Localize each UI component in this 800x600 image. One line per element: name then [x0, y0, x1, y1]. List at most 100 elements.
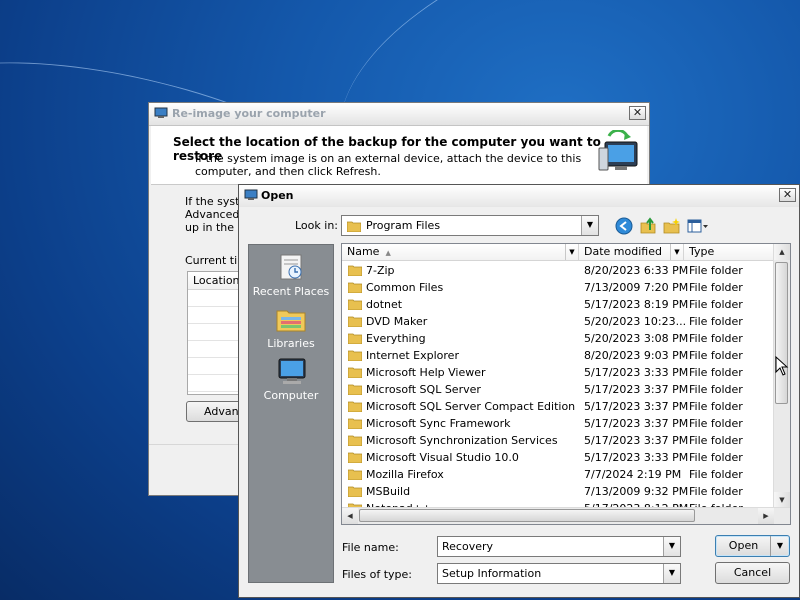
body-text-line: up in the lis	[185, 221, 245, 234]
file-row[interactable]: Microsoft Synchronization Services 5/17/2…	[342, 432, 776, 449]
look-in-value: Program Files	[366, 219, 441, 232]
file-date-cell: 5/20/2023 3:08 PM	[584, 332, 689, 345]
scroll-up-icon[interactable]: ▲	[774, 244, 790, 260]
chevron-down-icon[interactable]: ▼	[770, 536, 789, 556]
table-row[interactable]	[188, 307, 240, 324]
open-dialog: Open ✕ Look in: Program Files ▼ Recent P…	[238, 184, 800, 598]
back-icon[interactable]	[615, 217, 633, 235]
place-recent-places[interactable]: Recent Places	[249, 251, 333, 298]
file-row[interactable]: Common Files 7/13/2009 7:20 PM File folder	[342, 279, 776, 296]
table-row[interactable]	[188, 290, 240, 307]
location-column-header[interactable]: Location	[188, 272, 240, 290]
file-type-combo[interactable]: Setup Information ▼	[437, 563, 681, 584]
new-folder-icon[interactable]	[663, 217, 681, 235]
file-type-cell: File folder	[689, 264, 743, 277]
file-date-cell: 5/17/2023 3:37 PM	[584, 417, 689, 430]
cancel-button[interactable]: Cancel	[715, 562, 790, 584]
place-label: Libraries	[267, 337, 315, 350]
file-name-cell: Internet Explorer	[366, 349, 459, 362]
chevron-down-icon[interactable]: ▼	[663, 564, 680, 583]
file-type-cell: File folder	[689, 485, 743, 498]
chevron-down-icon[interactable]: ▼	[663, 537, 680, 556]
column-header-type[interactable]: Type	[684, 244, 776, 261]
file-list[interactable]: Name ▲ ▼ Date modified ▼ Type 7-Zip 8/20/2…	[341, 243, 791, 525]
chevron-down-icon[interactable]: ▼	[670, 244, 683, 260]
file-type-cell: File folder	[689, 383, 743, 396]
file-name-cell: Microsoft Help Viewer	[366, 366, 486, 379]
file-date-cell: 5/20/2023 10:23...	[584, 315, 687, 328]
vertical-scroll-thumb[interactable]	[775, 262, 788, 404]
open-button[interactable]: Open ▼	[715, 535, 790, 557]
file-row[interactable]: Internet Explorer 8/20/2023 9:03 PM File f…	[342, 347, 776, 364]
advanced-button[interactable]: Advanc	[186, 401, 246, 422]
file-type-cell: File folder	[689, 468, 743, 481]
file-type-cell: File folder	[689, 417, 743, 430]
file-date-cell: 8/20/2023 6:33 PM	[584, 264, 689, 277]
chevron-down-icon[interactable]: ▼	[565, 244, 578, 260]
scroll-left-icon[interactable]: ◀	[342, 508, 358, 524]
file-row[interactable]: 7-Zip 8/20/2023 6:33 PM File folder	[342, 262, 776, 279]
file-type-label: Files of type:	[342, 568, 413, 581]
file-row[interactable]: Everything 5/20/2023 3:08 PM File folder	[342, 330, 776, 347]
reimage-body-text: If the syste Advanced up in the lis	[185, 195, 245, 234]
column-header-date[interactable]: Date modified ▼	[579, 244, 684, 261]
chevron-down-icon[interactable]: ▼	[581, 216, 598, 235]
open-close-button[interactable]: ✕	[779, 188, 796, 202]
place-computer[interactable]: Computer	[249, 355, 333, 402]
file-row[interactable]: Microsoft Sync Framework 5/17/2023 3:37 P…	[342, 415, 776, 432]
column-header-label: Type	[689, 245, 715, 258]
scroll-right-icon[interactable]: ▶	[758, 508, 774, 524]
file-type-cell: File folder	[689, 315, 743, 328]
file-row[interactable]: Microsoft SQL Server 5/17/2023 3:37 PM Fil…	[342, 381, 776, 398]
column-header-label: Name	[347, 245, 380, 258]
horizontal-scrollbar[interactable]: ◀ ▶	[342, 507, 790, 524]
file-type-value: Setup Information	[442, 567, 542, 580]
file-row[interactable]: Microsoft SQL Server Compact Edition 5/17…	[342, 398, 776, 415]
folder-icon	[348, 282, 362, 293]
place-label: Recent Places	[252, 285, 330, 298]
folder-icon	[348, 384, 362, 395]
look-in-label: Look in:	[295, 219, 338, 232]
file-name-cell: DVD Maker	[366, 315, 428, 328]
column-header-name[interactable]: Name ▲ ▼	[342, 244, 579, 261]
table-row[interactable]	[188, 358, 240, 375]
backup-location-table[interactable]: Location	[187, 271, 241, 395]
backup-icon	[154, 107, 168, 118]
file-name-cell: MSBuild	[366, 485, 411, 498]
open-titlebar[interactable]: Open ✕	[239, 185, 799, 207]
file-row[interactable]: Microsoft Help Viewer 5/17/2023 3:33 PM Fi…	[342, 364, 776, 381]
body-text-line: If the syste	[185, 195, 245, 208]
horizontal-scroll-thumb[interactable]	[359, 509, 695, 522]
file-row[interactable]: DVD Maker 5/20/2023 10:23... File folder	[342, 313, 776, 330]
file-row[interactable]: dotnet 5/17/2023 8:19 PM File folder	[342, 296, 776, 313]
up-folder-icon[interactable]	[639, 217, 657, 235]
folder-icon	[348, 435, 362, 446]
reimage-header-subtitle: If the system image is on an external de…	[195, 152, 582, 178]
file-type-cell: File folder	[689, 281, 743, 294]
file-row[interactable]: MSBuild 7/13/2009 9:32 PM File folder	[342, 483, 776, 500]
file-date-cell: 5/17/2023 3:33 PM	[584, 366, 689, 379]
view-menu-icon[interactable]	[687, 217, 709, 235]
reimage-close-button[interactable]: ✕	[629, 106, 646, 120]
folder-icon	[348, 469, 362, 480]
vertical-scrollbar[interactable]: ▲ ▼	[773, 244, 790, 508]
place-libraries[interactable]: Libraries	[249, 303, 333, 350]
file-row[interactable]: Mozilla Firefox 7/7/2024 2:19 PM File fold…	[342, 466, 776, 483]
scroll-down-icon[interactable]: ▼	[774, 492, 790, 508]
table-row[interactable]	[188, 341, 240, 358]
system-image-monitor-icon	[598, 130, 638, 171]
folder-icon	[348, 452, 362, 463]
place-label: Computer	[263, 389, 319, 402]
backup-icon	[244, 189, 258, 200]
reimage-header: Select the location of the backup for th…	[151, 126, 647, 185]
file-name-cell: Mozilla Firefox	[366, 468, 444, 481]
file-name-combo[interactable]: Recovery ▼	[437, 536, 681, 557]
file-row[interactable]: Microsoft Visual Studio 10.0 5/17/2023 3:…	[342, 449, 776, 466]
table-row[interactable]	[188, 375, 240, 392]
look-in-combo[interactable]: Program Files ▼	[341, 215, 599, 236]
folder-icon	[348, 401, 362, 412]
file-name-cell: Everything	[366, 332, 426, 345]
table-row[interactable]	[188, 324, 240, 341]
reimage-titlebar[interactable]: Re-image your computer ✕	[149, 103, 649, 126]
file-date-cell: 5/17/2023 3:37 PM	[584, 434, 689, 447]
